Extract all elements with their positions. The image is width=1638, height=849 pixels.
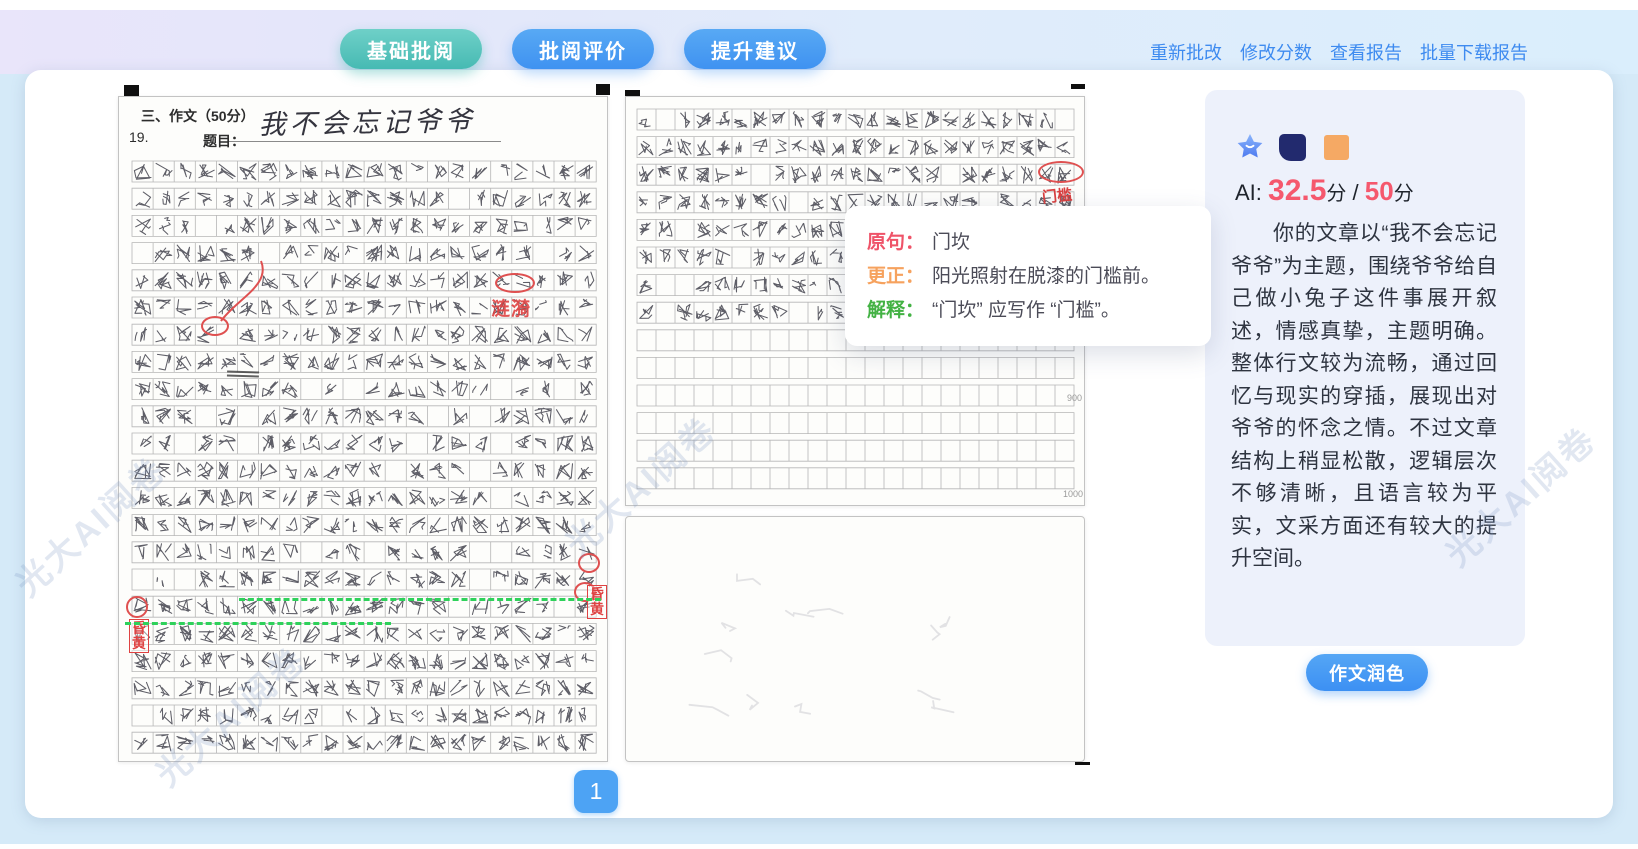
essay-page-2-blank[interactable] (625, 516, 1085, 762)
polish-essay-button[interactable]: 作文润色 (1306, 654, 1428, 691)
red-stamp[interactable]: 昏黄 (587, 585, 607, 619)
registration-mark (596, 84, 610, 95)
registration-mark (1071, 84, 1085, 89)
essay-header: 三、作文（50分） 19. 题目： 我不会忘记爷爷 (119, 97, 607, 159)
title-underline (229, 141, 501, 142)
correction-tooltip: 原句： 门坎 更正： 阳光照射在脱漆的门槛前。 解释： “门坎” 应写作 “门槛”。 (845, 206, 1211, 346)
essay-question-number: 19. (129, 129, 148, 145)
red-circle-annotation[interactable] (495, 273, 535, 293)
link-regrade[interactable]: 重新批改 (1150, 39, 1222, 65)
tooltip-value-correction: 阳光照射在脱漆的门槛前。 (932, 266, 1160, 287)
link-batch-download-report[interactable]: 批量下载报告 (1420, 39, 1528, 65)
total-score-value: 50 (1365, 176, 1394, 206)
word-count-marker: 1000 (1063, 489, 1083, 499)
tooltip-label-explanation: 解释： (867, 300, 924, 321)
tab-improvement-suggestions[interactable]: 提升建议 (684, 29, 826, 69)
tooltip-value-original: 门坎 (932, 232, 970, 253)
tooltip-row-explanation: 解释： “门坎” 应写作 “门槛”。 (867, 294, 1189, 328)
app-window: 三、作文（50分） 19. 题目： 我不会忘记爷爷 涟漪 昏黄 昏黄 (0, 0, 1638, 849)
link-modify-score[interactable]: 修改分数 (1240, 39, 1312, 65)
link-view-report[interactable]: 查看报告 (1330, 39, 1402, 65)
word-count-marker: 900 (1067, 393, 1082, 403)
ai-label: AI: (1235, 180, 1262, 205)
tab-review-evaluation[interactable]: 批阅评价 (512, 29, 654, 69)
orange-square-icon[interactable] (1324, 135, 1349, 160)
red-circle-annotation[interactable] (578, 553, 600, 573)
tooltip-label-original: 原句： (867, 232, 924, 253)
green-underline (125, 622, 391, 625)
page-number-badge[interactable]: 1 (574, 770, 618, 813)
essay-page-1[interactable]: 三、作文（50分） 19. 题目： 我不会忘记爷爷 涟漪 昏黄 昏黄 (118, 96, 608, 762)
red-stamp[interactable]: 涟漪 (491, 294, 531, 321)
red-circle-annotation[interactable] (1038, 161, 1084, 183)
navy-square-icon[interactable] (1279, 134, 1306, 161)
tooltip-row-original: 原句： 门坎 (867, 226, 1189, 260)
strikethrough-mark (227, 370, 259, 377)
main-card: 三、作文（50分） 19. 题目： 我不会忘记爷爷 涟漪 昏黄 昏黄 (25, 70, 1613, 818)
registration-mark (124, 85, 139, 96)
star-smile-icon[interactable] (1235, 132, 1265, 162)
tooltip-value-explanation: “门坎” 应写作 “门槛”。 (932, 300, 1120, 321)
red-insertion-curve (209, 255, 279, 329)
handwriting-grid-page1 (119, 155, 609, 768)
ai-score-panel: AI: 32.5分 / 50分 你的文章以“我不会忘记爷爷”为主题，围绕爷爷给自… (1205, 90, 1525, 646)
faint-showthrough-marks (626, 517, 1086, 768)
tooltip-row-correction: 更正： 阳光照射在脱漆的门槛前。 (867, 260, 1189, 294)
score-separator: / (1346, 180, 1364, 205)
red-circle-annotation[interactable] (126, 596, 148, 618)
toolbar-links: 重新批改 修改分数 查看报告 批量下载报告 (1150, 39, 1528, 65)
score-unit: 分 (1326, 183, 1346, 205)
score-icon-row (1235, 132, 1349, 162)
ai-score-line: AI: 32.5分 / 50分 (1235, 174, 1414, 208)
tooltip-label-correction: 更正： (867, 266, 924, 287)
ai-review-text: 你的文章以“我不会忘记爷爷”为主题，围绕爷爷给自己做小兔子这件事展开叙述，情感真… (1231, 218, 1497, 576)
ai-score-value: 32.5 (1268, 174, 1326, 207)
red-correction-text: 门槛 (1041, 183, 1073, 207)
tab-basic-review[interactable]: 基础批阅 (340, 29, 482, 69)
total-score-unit: 分 (1394, 183, 1414, 205)
green-underline (239, 598, 601, 601)
essay-handwritten-title: 我不会忘记爷爷 (237, 99, 498, 143)
